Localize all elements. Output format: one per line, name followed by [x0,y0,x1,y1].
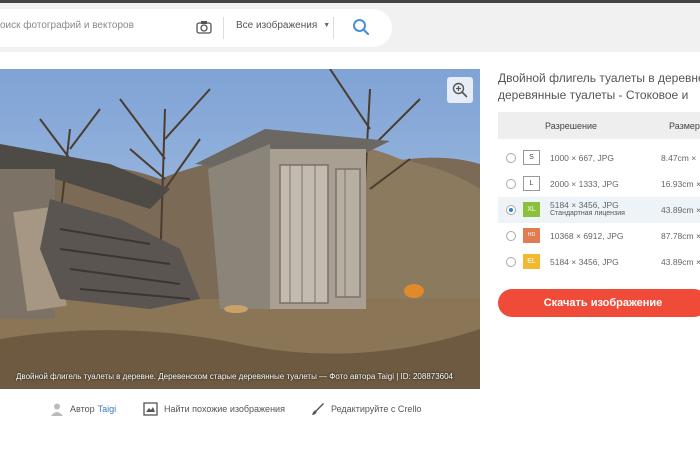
download-button[interactable]: Скачать изображение [498,289,700,317]
size-option-row[interactable]: XL 5184 × 3456, JPG Стандартная лицензия… [498,197,700,223]
find-similar-button[interactable]: Найти похожие изображения [143,402,285,416]
main-photo[interactable]: Двойной флигель туалеты в деревне. Дерев… [0,69,480,389]
resolution-text: 2000 × 1333, JPG [550,179,619,189]
author-info: Автор Taigi [50,402,116,416]
resolution-text: 5184 × 3456, JPG [550,200,619,210]
size-text: 87.78cm × [661,231,700,241]
size-radio[interactable] [506,205,516,215]
camera-icon[interactable] [196,19,212,35]
dropdown-label: Все изображения [236,20,318,31]
zoom-in-icon [452,82,468,98]
size-badge: EL [523,254,540,269]
size-text: 43.89cm × [661,205,700,215]
zoom-button[interactable] [447,77,473,103]
divider [333,17,334,39]
license-text: Стандартная лицензия [550,210,625,217]
image-title: Двойной флигель туалеты в деревне деревя… [498,70,700,104]
edit-crello-button[interactable]: Редактируйте с Crello [311,402,421,416]
column-header-size: Размер [669,121,700,131]
resolution-text: 1000 × 667, JPG [550,153,615,163]
resolution-text: 5184 × 3456, JPG [550,257,619,267]
resolution-text: 10368 × 6912, JPG [550,231,624,241]
size-option-row[interactable]: S 1000 × 667, JPG 8.47cm × [498,145,700,171]
edit-crello-label: Редактируйте с Crello [331,404,422,414]
size-text: 8.47cm × [661,153,697,163]
search-input[interactable]: оиск фотографий и векторов [0,20,134,31]
title-line-2: деревянные туалеты - Стоковое и [498,88,689,102]
size-radio[interactable] [506,257,516,267]
size-badge: XL [523,202,540,217]
chevron-down-icon: ▼ [323,21,331,29]
table-header: Разрешение Размер [498,112,700,139]
search-icon[interactable] [352,18,370,36]
image-type-dropdown[interactable]: Все изображения ▼ [236,20,330,31]
size-text: 43.89cm × [661,257,700,267]
size-option-row[interactable]: EL 5184 × 3456, JPG 43.89cm × [498,249,700,275]
size-options-table: Разрешение Размер S 1000 × 667, JPG 8.47… [498,112,700,275]
author-label: Автор [70,404,95,414]
brush-icon [312,403,324,415]
image-search-icon [143,402,158,416]
user-icon [51,403,63,416]
size-option-row[interactable]: HD 10368 × 6912, JPG 87.78cm × [498,223,700,249]
size-text: 16.93cm × [661,179,700,189]
size-radio[interactable] [506,231,516,241]
photo-image [0,69,480,389]
size-badge: S [523,150,540,165]
column-header-resolution: Разрешение [545,121,597,131]
size-badge: HD [523,228,540,243]
find-similar-label: Найти похожие изображения [164,404,285,414]
photo-caption: Двойной флигель туалеты в деревне. Дерев… [16,372,454,381]
size-option-row[interactable]: L 2000 × 1333, JPG 16.93cm × [498,171,700,197]
title-line-1: Двойной флигель туалеты в деревне [498,71,700,85]
size-radio[interactable] [506,153,516,163]
size-badge: L [523,176,540,191]
author-link[interactable]: Taigi [98,404,117,414]
top-bar: оиск фотографий и векторов Все изображен… [0,0,700,52]
search-bar: оиск фотографий и векторов Все изображен… [0,9,392,47]
divider [223,17,224,39]
size-radio[interactable] [506,179,516,189]
